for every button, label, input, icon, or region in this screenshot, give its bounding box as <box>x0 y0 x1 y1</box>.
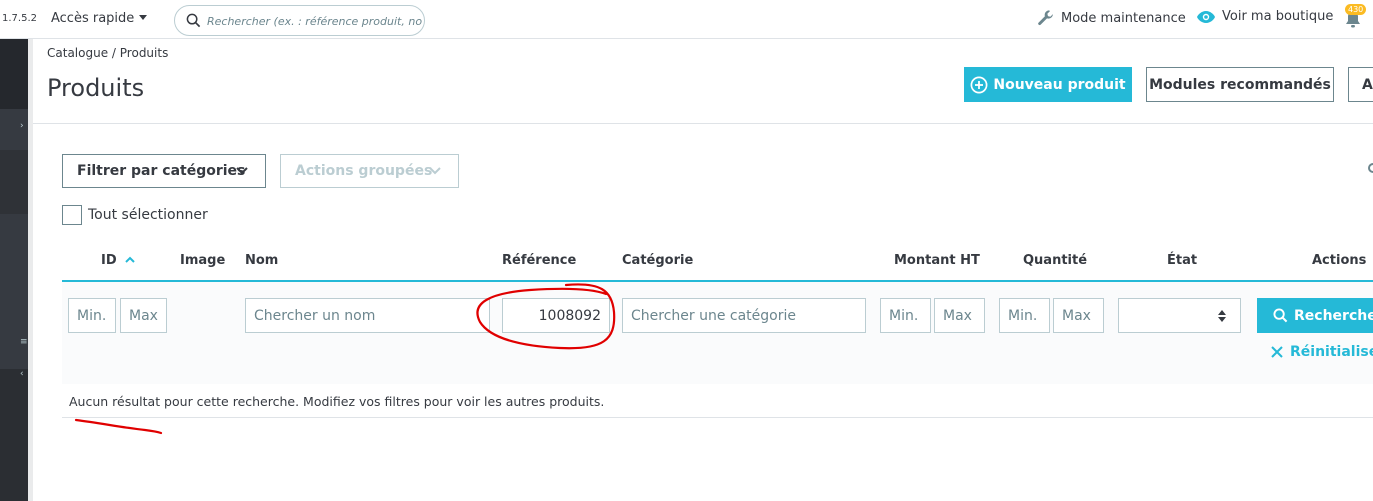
select-arrows-icon <box>1218 310 1226 315</box>
price-min-input[interactable] <box>880 298 931 333</box>
settings-icon[interactable] <box>1368 161 1373 175</box>
column-image: Image <box>180 253 226 268</box>
column-id[interactable]: ID <box>101 253 117 268</box>
column-category[interactable]: Catégorie <box>622 253 693 268</box>
filter-by-category-dropdown[interactable]: Filtrer par catégories <box>62 154 266 188</box>
reset-button-label: Réinitialiser <box>1290 344 1373 360</box>
search-button[interactable]: Rechercher <box>1257 298 1373 333</box>
select-all-checkbox[interactable] <box>62 205 82 225</box>
wrench-icon <box>1038 10 1053 26</box>
breadcrumb-separator: / <box>111 46 116 60</box>
price-max-input[interactable] <box>934 298 985 333</box>
qty-min-input[interactable] <box>999 298 1050 333</box>
sort-asc-icon[interactable] <box>124 256 136 264</box>
extra-toolbar-button[interactable]: A <box>1348 67 1373 102</box>
id-min-input[interactable] <box>68 298 116 333</box>
sidebar-edge <box>28 39 33 501</box>
chevron-down-icon <box>429 167 441 175</box>
view-shop-label: Voir ma boutique <box>1222 9 1334 24</box>
breadcrumb: Catalogue / Produits <box>47 46 168 60</box>
chevron-icon: ‹ <box>20 369 24 379</box>
reference-filter-input[interactable] <box>502 298 610 333</box>
filter-row: Rechercher Réinitialiser <box>62 282 1373 384</box>
header-search-input[interactable] <box>207 11 422 31</box>
select-arrows-icon <box>1218 317 1226 322</box>
maintenance-link[interactable]: Mode maintenance <box>1037 9 1186 27</box>
chevron-icon: › <box>20 121 24 131</box>
page-title: Produits <box>47 74 145 102</box>
filter-by-category-label: Filtrer par catégories <box>77 163 246 179</box>
select-all-label: Tout sélectionner <box>88 207 208 223</box>
maintenance-label: Mode maintenance <box>1061 10 1186 26</box>
add-circle-icon <box>970 76 988 93</box>
id-max-input[interactable] <box>120 298 167 333</box>
header-divider <box>33 123 1373 124</box>
name-filter-input[interactable] <box>245 298 490 333</box>
new-product-label: Nouveau produit <box>993 76 1126 93</box>
quick-access-label: Accès rapide <box>51 11 135 26</box>
qty-max-input[interactable] <box>1053 298 1104 333</box>
caret-down-icon <box>139 15 148 20</box>
table-header: ID Image Nom Référence Catégorie Montant… <box>62 244 1373 282</box>
new-product-button[interactable]: Nouveau produit <box>964 67 1132 102</box>
column-actions: Actions <box>1312 253 1367 268</box>
search-icon <box>1273 308 1288 323</box>
column-name[interactable]: Nom <box>245 253 278 268</box>
category-filter-input[interactable] <box>622 298 866 333</box>
bulk-actions-dropdown[interactable]: Actions groupées <box>280 154 459 188</box>
status-select[interactable] <box>1118 298 1241 333</box>
column-reference[interactable]: Référence <box>502 253 576 268</box>
notification-badge: 430 <box>1345 4 1367 15</box>
column-quantity[interactable]: Quantité <box>1023 253 1087 268</box>
quick-access-menu[interactable]: Accès rapide <box>51 11 148 26</box>
header-search[interactable] <box>174 5 425 36</box>
recommended-modules-button[interactable]: Modules recommandés <box>1146 67 1334 102</box>
breadcrumb-products: Produits <box>119 46 169 60</box>
close-icon <box>1271 346 1283 358</box>
column-status[interactable]: État <box>1167 253 1197 268</box>
reset-button[interactable]: Réinitialiser <box>1271 344 1373 360</box>
top-header: 1.7.5.2 Accès rapide Mode maintenance Vo… <box>0 0 1373 39</box>
search-icon <box>186 13 201 28</box>
eye-icon <box>1197 10 1215 23</box>
annotation-underline <box>74 418 163 435</box>
empty-results-message: Aucun résultat pour cette recherche. Mod… <box>62 384 1373 418</box>
select-all[interactable]: Tout sélectionner <box>62 205 208 225</box>
chevron-down-icon <box>236 167 248 175</box>
version-label: 1.7.5.2 <box>2 13 37 24</box>
column-price[interactable]: Montant HT <box>894 253 980 268</box>
products-page: 1.7.5.2 Accès rapide Mode maintenance Vo… <box>0 0 1373 501</box>
bulk-actions-label: Actions groupées <box>295 163 433 179</box>
breadcrumb-catalogue[interactable]: Catalogue <box>47 46 108 60</box>
view-shop-link[interactable]: Voir ma boutique <box>1196 9 1333 24</box>
menu-collapse-icon[interactable]: ≡ <box>20 337 28 347</box>
search-button-label: Rechercher <box>1294 307 1373 324</box>
